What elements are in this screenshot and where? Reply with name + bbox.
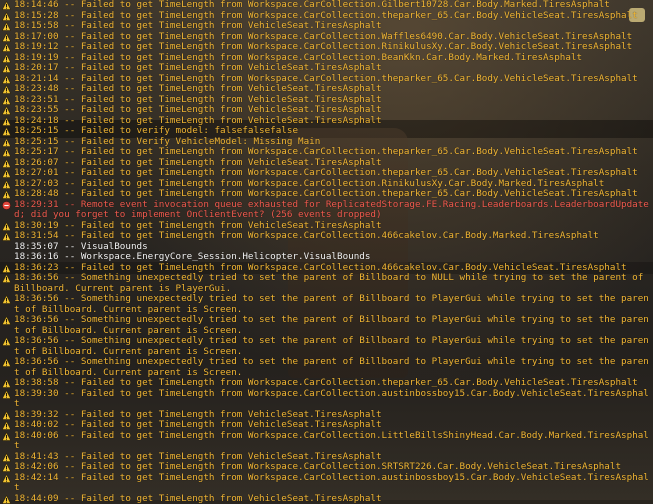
log-entry: 18:36:56 -- Something unexpectedly tried… xyxy=(0,315,653,336)
log-entry-text: 18:29:31 -- Remote event invocation queu… xyxy=(14,199,649,221)
warning-triangle-icon xyxy=(2,474,11,483)
log-entry-text: 18:36:56 -- Something unexpectedly tried… xyxy=(14,293,649,315)
warning-triangle-icon xyxy=(2,1,11,10)
log-entry-text: 18:23:48 -- Failed to get TimeLength fro… xyxy=(14,83,382,94)
warning-triangle-icon xyxy=(2,106,11,115)
developer-console-log[interactable]: 18:14:46 -- Failed to get TimeLength fro… xyxy=(0,0,653,500)
warning-triangle-icon xyxy=(2,64,11,73)
warning-triangle-icon xyxy=(2,43,11,52)
warning-triangle-icon xyxy=(2,54,11,63)
warning-triangle-icon xyxy=(2,117,11,126)
warning-triangle-icon xyxy=(2,85,11,94)
warning-triangle-icon xyxy=(2,495,11,504)
log-entry-text: 18:20:17 -- Failed to get TimeLength fro… xyxy=(14,62,382,73)
log-entry-text: 18:38:58 -- Failed to get TimeLength fro… xyxy=(14,377,638,388)
log-entry-text: 18:36:56 -- Something unexpectedly tried… xyxy=(14,356,649,378)
log-entry-text: 18:21:14 -- Failed to get TimeLength fro… xyxy=(14,73,638,84)
log-entry-text: 18:25:17 -- Failed to get TimeLength fro… xyxy=(14,146,638,157)
log-entry-text: 18:25:15 -- Failed to Verify VehicleMode… xyxy=(14,136,320,147)
warning-triangle-icon xyxy=(2,379,11,388)
log-entry: 18:29:31 -- Remote event invocation queu… xyxy=(0,200,653,221)
warning-triangle-icon xyxy=(2,316,11,325)
log-entry-text: 18:36:23 -- Failed to get TimeLength fro… xyxy=(14,262,627,273)
log-entry-text: 18:36:56 -- Something unexpectedly tried… xyxy=(14,335,649,357)
log-entry-text: 18:24:18 -- Failed to get TimeLength fro… xyxy=(14,115,382,126)
log-entry-text: 18:26:07 -- Failed to get TimeLength fro… xyxy=(14,157,382,168)
log-entry-text: 18:30:19 -- Failed to get TimeLength fro… xyxy=(14,220,382,231)
log-entry-text: 18:15:28 -- Failed to get TimeLength fro… xyxy=(14,10,638,21)
warning-triangle-icon xyxy=(2,169,11,178)
log-entry-text: 18:36:16 -- Workspace.EnergyCore_Session… xyxy=(14,251,370,262)
log-entry-text: 18:28:48 -- Failed to get TimeLength fro… xyxy=(14,188,638,199)
log-entry-text: 18:15:58 -- Failed to get TimeLength fro… xyxy=(14,20,382,31)
log-entry-text: 18:44:09 -- Failed to get TimeLength fro… xyxy=(14,493,382,504)
log-entry-text: 18:39:32 -- Failed to get TimeLength fro… xyxy=(14,409,382,420)
log-entry: 18:42:14 -- Failed to get TimeLength fro… xyxy=(0,473,653,494)
warning-triangle-icon xyxy=(2,159,11,168)
warning-triangle-icon xyxy=(2,148,11,157)
warning-triangle-icon xyxy=(2,358,11,367)
error-circle-icon xyxy=(2,201,11,210)
warning-triangle-icon xyxy=(2,295,11,304)
log-entry: 18:44:09 -- Failed to get TimeLength fro… xyxy=(0,494,653,504)
warning-triangle-icon xyxy=(2,190,11,199)
log-entry-text: 18:17:00 -- Failed to get TimeLength fro… xyxy=(14,31,632,42)
warning-triangle-icon xyxy=(2,264,11,273)
log-entry-text: 18:41:43 -- Failed to get TimeLength fro… xyxy=(14,451,382,462)
log-entry-text: 18:19:12 -- Failed to get TimeLength fro… xyxy=(14,41,632,52)
log-entry: 18:40:06 -- Failed to get TimeLength fro… xyxy=(0,431,653,452)
warning-triangle-icon xyxy=(2,463,11,472)
log-entry-text: 18:23:51 -- Failed to get TimeLength fro… xyxy=(14,94,382,105)
log-entry-text: 18:31:54 -- Failed to get TimeLength fro… xyxy=(14,230,599,241)
log-entry-text: 18:23:55 -- Failed to get TimeLength fro… xyxy=(14,104,382,115)
log-entry: 18:36:56 -- Something unexpectedly tried… xyxy=(0,294,653,315)
log-entry-spacer xyxy=(2,253,11,262)
warning-triangle-icon xyxy=(2,222,11,231)
log-entry-text: 18:39:30 -- Failed to get TimeLength fro… xyxy=(14,388,649,410)
warning-triangle-icon xyxy=(2,138,11,147)
warning-triangle-icon xyxy=(2,96,11,105)
warning-triangle-icon xyxy=(2,421,11,430)
warning-triangle-icon xyxy=(2,22,11,31)
log-entry-text: 18:19:19 -- Failed to get TimeLength fro… xyxy=(14,52,582,63)
log-entry-text: 18:36:56 -- Something unexpectedly tried… xyxy=(14,272,649,294)
log-entry-text: 18:27:03 -- Failed to get TimeLength fro… xyxy=(14,178,604,189)
log-entry-text: 18:14:46 -- Failed to get TimeLength fro… xyxy=(14,0,610,10)
warning-triangle-icon xyxy=(2,127,11,136)
warning-triangle-icon xyxy=(2,432,11,441)
log-entry: 18:39:30 -- Failed to get TimeLength fro… xyxy=(0,389,653,410)
log-entry: 18:36:56 -- Something unexpectedly tried… xyxy=(0,273,653,294)
log-entry-text: 18:40:02 -- Failed to get TimeLength fro… xyxy=(14,419,382,430)
log-entry-text: 18:42:14 -- Failed to get TimeLength fro… xyxy=(14,472,649,494)
log-entry-text: 18:42:06 -- Failed to get TimeLength fro… xyxy=(14,461,621,472)
log-entry: 18:36:56 -- Something unexpectedly tried… xyxy=(0,336,653,357)
warning-triangle-icon xyxy=(2,12,11,21)
log-entry-text: 18:36:56 -- Something unexpectedly tried… xyxy=(14,314,649,336)
log-entry-text: 18:27:01 -- Failed to get TimeLength fro… xyxy=(14,167,638,178)
warning-triangle-icon xyxy=(2,180,11,189)
log-entry-spacer xyxy=(2,243,11,252)
warning-triangle-icon xyxy=(2,75,11,84)
log-entry-text: 18:40:06 -- Failed to get TimeLength fro… xyxy=(14,430,649,452)
log-entry-text: 18:25:15 -- Failed to verify model: fals… xyxy=(14,125,298,136)
warning-triangle-icon xyxy=(2,453,11,462)
log-entry: 18:36:56 -- Something unexpectedly tried… xyxy=(0,357,653,378)
log-entry-text: 18:35:07 -- VisualBounds xyxy=(14,241,148,252)
warning-triangle-icon xyxy=(2,232,11,241)
warning-triangle-icon xyxy=(2,411,11,420)
warning-triangle-icon xyxy=(2,33,11,42)
warning-triangle-icon xyxy=(2,337,11,346)
warning-triangle-icon xyxy=(2,390,11,399)
warning-triangle-icon xyxy=(2,274,11,283)
